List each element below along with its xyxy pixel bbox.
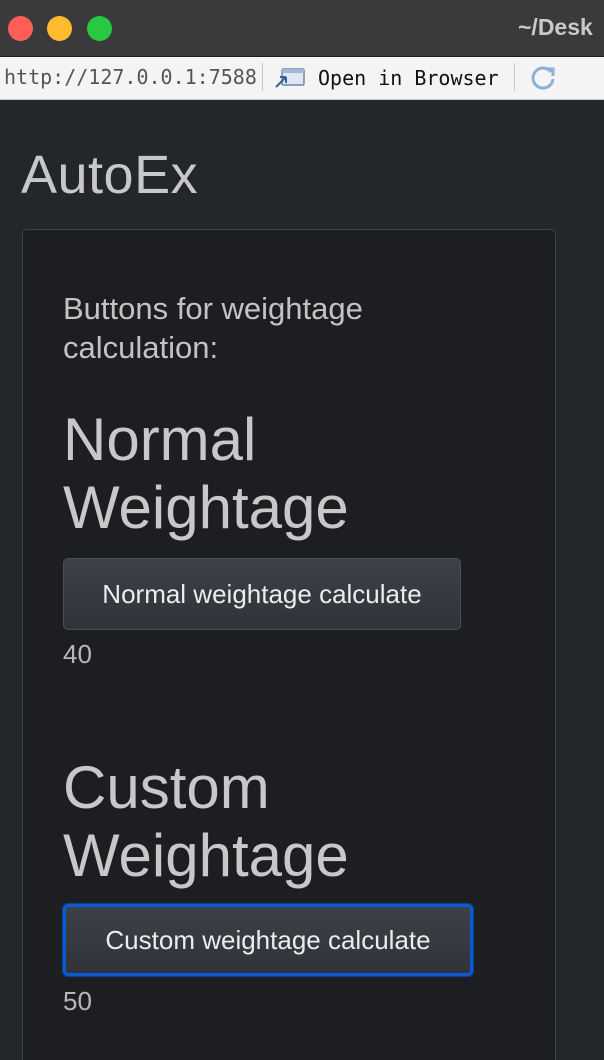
zoom-window-button[interactable] <box>87 16 112 41</box>
toolbar-divider <box>262 63 263 91</box>
open-in-browser-label: Open in Browser <box>318 66 499 90</box>
page-title: AutoEx <box>21 145 199 205</box>
normal-weightage-button[interactable]: Normal weightage calculate <box>63 558 461 630</box>
title-bar: ~/Desk <box>0 0 604 57</box>
custom-weightage-button[interactable]: Custom weightage calculate <box>63 904 473 976</box>
app-content: AutoEx Buttons for weightage calculation… <box>0 100 604 1060</box>
open-in-browser-icon <box>275 68 305 88</box>
refresh-icon[interactable] <box>528 63 558 93</box>
open-in-browser-button[interactable]: Open in Browser <box>274 61 499 95</box>
close-window-button[interactable] <box>8 16 33 41</box>
minimize-window-button[interactable] <box>47 16 72 41</box>
sidebar-panel: Buttons for weightage calculation: Norma… <box>22 229 556 1060</box>
normal-weightage-heading: Normal Weightage <box>63 406 349 541</box>
toolbar-divider <box>514 63 515 91</box>
custom-weightage-result: 50 <box>63 986 92 1016</box>
url-display[interactable]: http://127.0.0.1:7588 <box>4 65 257 89</box>
window-title: ~/Desk <box>518 14 593 40</box>
app-window: ~/Desk http://127.0.0.1:7588 Open in Bro… <box>0 0 604 1060</box>
custom-weightage-heading: Custom Weightage <box>63 754 349 889</box>
normal-weightage-result: 40 <box>63 639 92 669</box>
intro-text: Buttons for weightage calculation: <box>63 291 363 365</box>
viewer-toolbar: http://127.0.0.1:7588 Open in Browser <box>0 57 604 100</box>
